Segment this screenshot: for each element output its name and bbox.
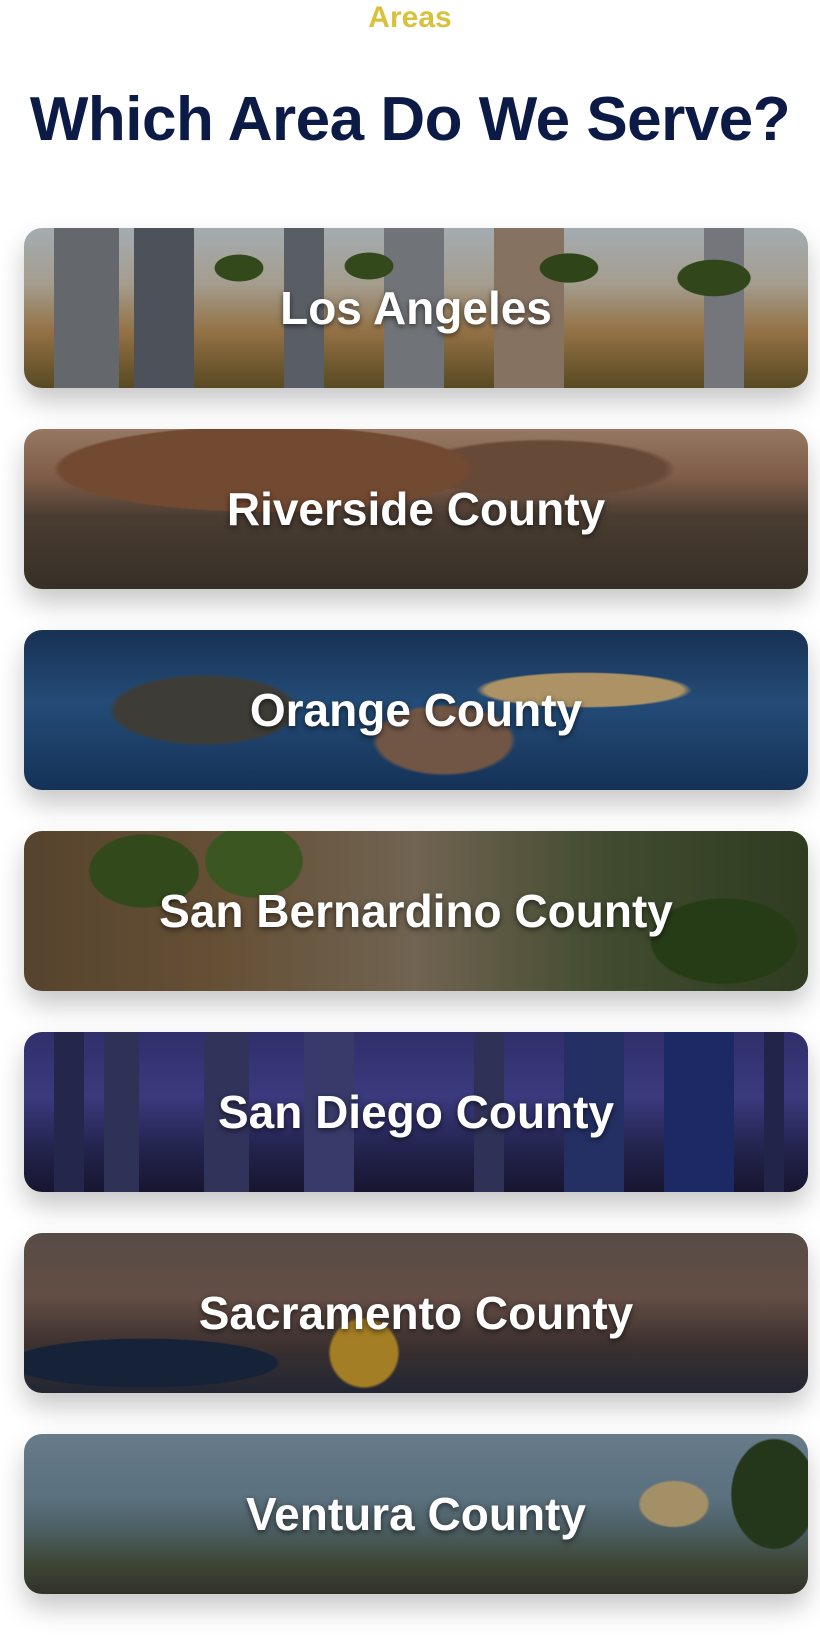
area-label: Los Angeles [280,282,552,334]
area-card-riverside-county[interactable]: Riverside County [24,429,808,589]
area-label: Ventura County [246,1488,586,1540]
area-card-sacramento-county[interactable]: Sacramento County [24,1233,808,1393]
area-label: Orange County [249,684,583,736]
area-card-los-angeles[interactable]: Los Angeles [24,228,808,388]
area-label: San Bernardino County [159,885,673,937]
area-label: Sacramento County [198,1287,634,1339]
area-card-san-diego-county[interactable]: San Diego County [24,1032,808,1192]
area-card-orange-county[interactable]: Orange County [24,630,808,790]
area-label: Riverside County [226,483,606,535]
section-eyebrow: Areas [368,1,452,34]
area-card-san-bernardino-county[interactable]: San Bernardino County [24,831,808,991]
area-card-ventura-county[interactable]: Ventura County [24,1434,808,1594]
page-title: Which Area Do We Serve? [29,85,791,154]
area-list: Los Angeles Riverside County Orange Coun… [24,228,808,1635]
area-label: San Diego County [217,1086,615,1138]
